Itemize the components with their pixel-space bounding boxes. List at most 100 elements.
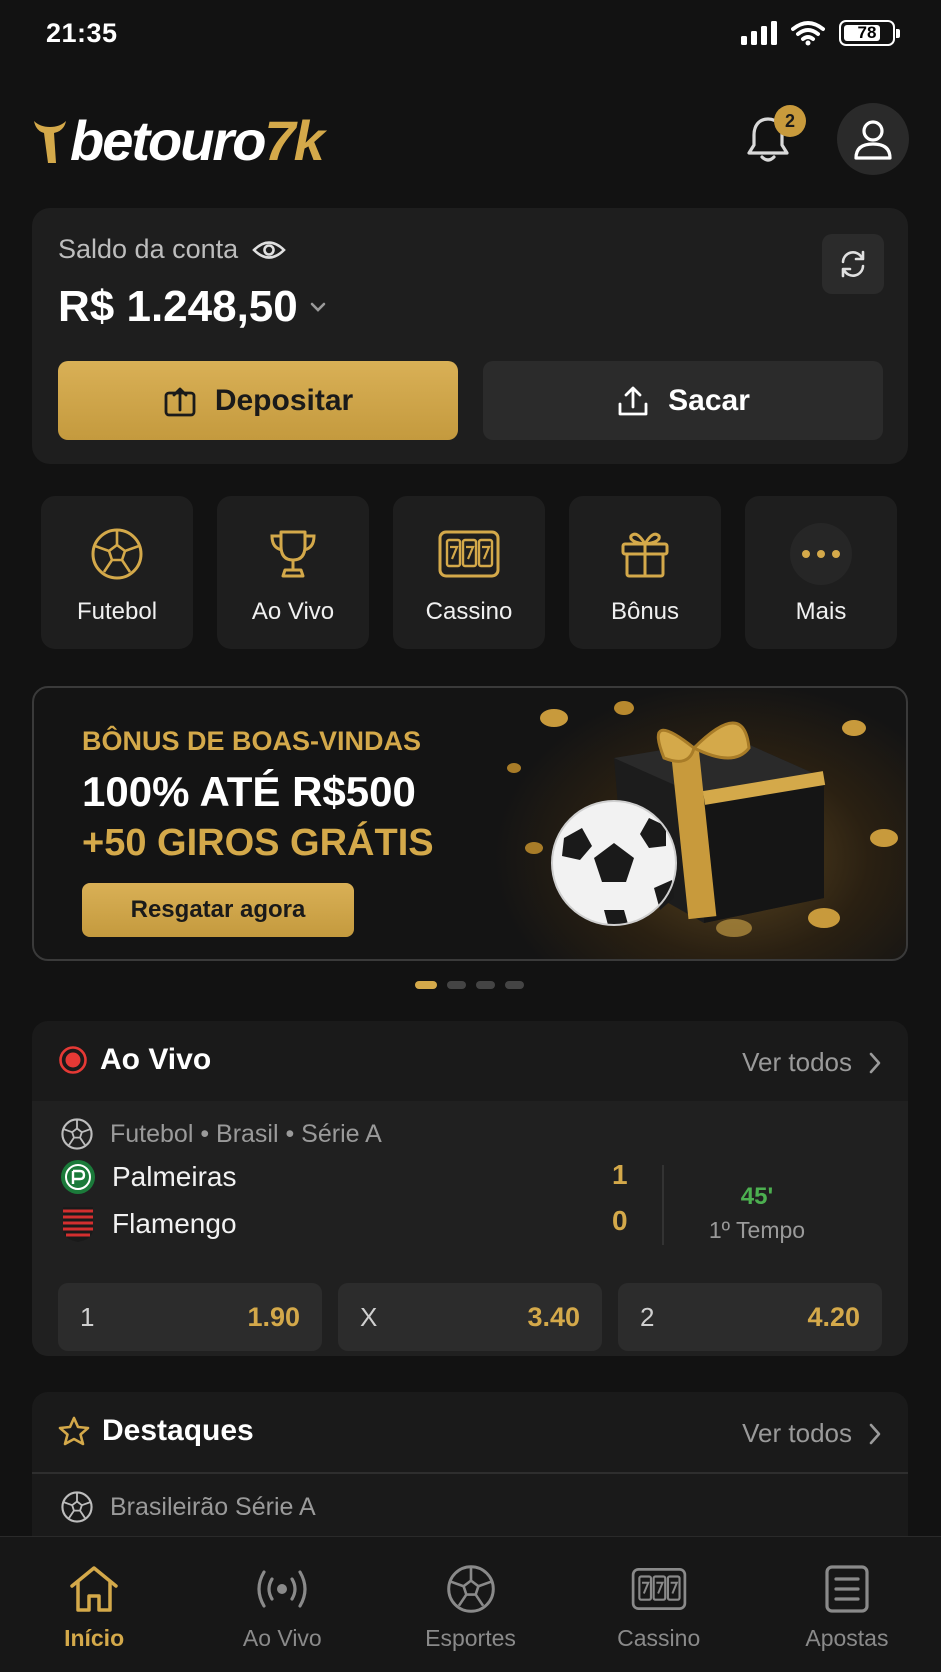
tab-label: Início: [64, 1625, 125, 1651]
brand-logo[interactable]: betouro 7k: [32, 108, 325, 173]
highlights-see-all-link[interactable]: Ver todos: [742, 1418, 882, 1449]
banner-headline: 100% ATÉ R$500: [82, 768, 416, 815]
divider: [662, 1165, 664, 1245]
odd-value: 4.20: [807, 1301, 860, 1332]
user-icon: [854, 120, 892, 160]
tab-label: Apostas: [805, 1625, 889, 1651]
highlights-league-text: Brasileirão Série A: [110, 1492, 316, 1521]
tab-label: Esportes: [425, 1625, 516, 1651]
tab-ao-vivo[interactable]: Ao Vivo: [188, 1537, 376, 1672]
quick-nav-cassino[interactable]: Cassino: [393, 496, 545, 649]
withdraw-label: Sacar: [668, 383, 750, 417]
live-section: Ao Vivo Ver todos Futebol • Brasil • Sér…: [32, 1021, 908, 1356]
home-score: 1: [612, 1159, 628, 1190]
live-match-card[interactable]: Futebol • Brasil • Série A Palmeiras 1 F…: [32, 1101, 908, 1356]
away-score: 0: [612, 1205, 628, 1236]
quick-nav-label: Futebol: [76, 598, 158, 625]
deposit-label: Depositar: [214, 383, 354, 417]
tab-label: Ao Vivo: [242, 1625, 322, 1651]
bet-slip-icon: [825, 1565, 869, 1613]
tab-label: Cassino: [617, 1625, 701, 1651]
star-icon: [58, 1416, 90, 1446]
withdraw-button[interactable]: Sacar: [483, 361, 883, 440]
divider: [32, 1472, 908, 1474]
refresh-balance-button[interactable]: [822, 234, 884, 294]
status-time: 21:35: [46, 18, 118, 48]
soccer-ball-icon: [446, 1565, 495, 1613]
live-broadcast-icon: [257, 1570, 307, 1608]
profile-button[interactable]: [837, 103, 909, 175]
home-team-name: Palmeiras: [112, 1161, 237, 1192]
status-icons: 78: [741, 20, 900, 46]
odd-label: 2: [640, 1301, 655, 1332]
see-all-label: Ver todos: [742, 1418, 852, 1448]
tab-cassino[interactable]: Cassino: [565, 1537, 753, 1672]
status-bar: 21:35 78: [0, 0, 941, 70]
quick-nav-bonus[interactable]: Bônus: [569, 496, 721, 649]
odd-value: 3.40: [527, 1301, 580, 1332]
match-minute: 45': [740, 1183, 774, 1210]
eye-icon[interactable]: [252, 239, 286, 261]
quick-nav-futebol[interactable]: Futebol: [41, 496, 193, 649]
flamengo-crest-icon: [63, 1207, 93, 1242]
notifications-button[interactable]: 2: [744, 105, 806, 169]
odd-draw-button[interactable]: X 3.40: [338, 1283, 602, 1351]
highlights-league[interactable]: Brasileirão Série A: [60, 1490, 316, 1524]
odd-home-button[interactable]: 1 1.90: [58, 1283, 322, 1351]
highlights-title-text: Destaques: [102, 1414, 254, 1447]
trophy-icon: [270, 530, 316, 578]
logo-text-gold: 7k: [264, 109, 324, 172]
deposit-icon: [164, 387, 196, 416]
odd-away-button[interactable]: 2 4.20: [618, 1283, 882, 1351]
wifi-icon: [791, 21, 825, 46]
live-see-all-link[interactable]: Ver todos: [742, 1047, 882, 1078]
banner-cta-button[interactable]: Resgatar agora: [82, 883, 354, 937]
slot-machine-icon: [438, 530, 500, 578]
battery-icon: 78: [839, 20, 900, 46]
match-period: 1º Tempo: [708, 1217, 806, 1243]
bull-logo-icon: [34, 120, 66, 163]
palmeiras-crest-icon: [61, 1160, 95, 1194]
promo-banner[interactable]: BÔNUS DE BOAS-VINDAS 100% ATÉ R$500 +50 …: [32, 686, 908, 961]
gift-icon: [621, 532, 669, 578]
chevron-right-icon: [869, 1423, 881, 1444]
logo-text-white: betouro: [70, 109, 266, 172]
deposit-button[interactable]: Depositar: [58, 361, 458, 440]
odd-label: 1: [80, 1301, 95, 1332]
notification-badge: 2: [774, 105, 806, 137]
odd-label: X: [360, 1301, 378, 1332]
quick-nav-label: Ao Vivo: [251, 598, 335, 625]
more-dots-icon: [790, 523, 852, 585]
banner-kicker: BÔNUS DE BOAS-VINDAS: [82, 726, 422, 756]
battery-level: 78: [857, 23, 877, 42]
live-record-icon: [59, 1046, 87, 1074]
live-section-title: Ao Vivo: [58, 1043, 211, 1077]
pagination-dot[interactable]: [505, 981, 524, 989]
refresh-icon: [841, 250, 865, 278]
tab-apostas[interactable]: Apostas: [753, 1537, 941, 1672]
balance-label: Saldo da conta: [58, 234, 239, 264]
quick-nav-label: Mais: [795, 598, 847, 625]
tab-inicio[interactable]: Início: [0, 1537, 188, 1672]
pagination-dot[interactable]: [476, 981, 495, 989]
balance-value: R$ 1.248,50: [58, 282, 298, 331]
quick-nav-mais[interactable]: Mais: [745, 496, 897, 649]
see-all-label: Ver todos: [742, 1047, 852, 1077]
pagination-dot[interactable]: [415, 981, 437, 989]
odd-value: 1.90: [247, 1301, 300, 1332]
quick-nav-label: Bônus: [610, 598, 680, 625]
soccer-ball-icon: [91, 528, 143, 580]
banner-subline: +50 GIROS GRÁTIS: [82, 822, 434, 864]
upload-icon: [618, 386, 648, 415]
home-team: Palmeiras: [60, 1159, 236, 1195]
away-team: Flamengo: [60, 1205, 237, 1243]
chevron-down-icon[interactable]: [308, 297, 328, 317]
balance-label-row: Saldo da conta: [58, 234, 286, 265]
gift-and-ball-illustration: [507, 701, 898, 937]
slot-machine-icon: [631, 1568, 686, 1610]
soccer-ball-icon: [61, 1491, 93, 1523]
quick-nav-ao-vivo[interactable]: Ao Vivo: [217, 496, 369, 649]
tab-esportes[interactable]: Esportes: [376, 1537, 564, 1672]
quick-nav: Futebol Ao Vivo Cassino Bônus Mais: [41, 496, 899, 649]
pagination-dot[interactable]: [447, 981, 466, 989]
